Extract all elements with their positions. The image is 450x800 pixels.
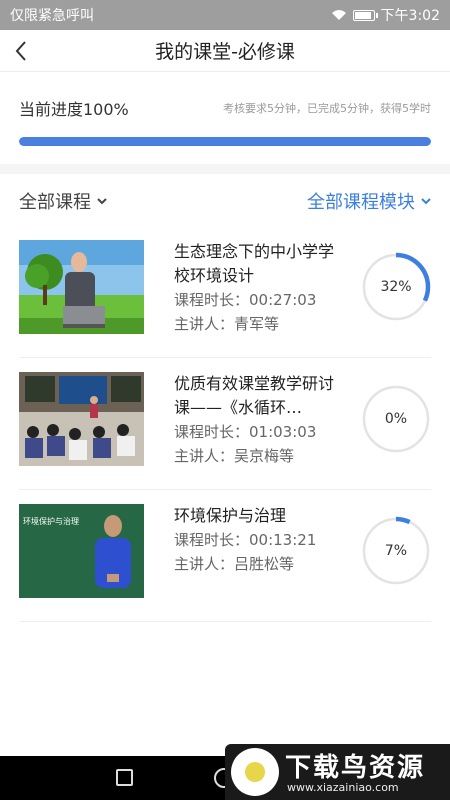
course-info: 生态理念下的中小学学校环境设计 课程时长：00:27:03 主讲人：青军等 [174,240,349,336]
wifi-icon [331,10,346,20]
course-title: 环境保护与治理 [174,506,287,525]
status-icons: 下午3:02 [331,5,440,25]
course-duration: 课程时长：00:13:21 [174,531,317,549]
course-item[interactable]: 生态理念下的中小学学校环境设计 课程时长：00:27:03 主讲人：青军等 32… [19,226,431,358]
progress-bar-fill [19,137,431,146]
progress-percent: 7% [384,543,408,559]
course-speaker: 主讲人：吴京梅等 [174,447,295,465]
recent-apps-button[interactable] [116,769,133,786]
course-video-image [19,372,144,466]
all-modules-filter-label: 全部课程模块 [307,192,415,213]
course-thumbnail [19,240,144,334]
bird-logo-icon [231,748,279,796]
watermark-url: www.xiazainiao.com [287,781,399,794]
carrier-text: 仅限紧急呼叫 [10,8,94,24]
status-bar: 仅限紧急呼叫 下午3:02 [0,0,450,30]
course-title: 优质有效课堂教学研讨课——《水循环… [174,374,335,417]
course-speaker: 主讲人：吕胜松等 [174,555,295,573]
course-duration: 课程时长：01:03:03 [174,423,317,441]
watermark-title: 下载鸟资源 [285,753,426,783]
all-modules-filter[interactable]: 全部课程模块 [307,188,431,214]
progress-title: 当前进度100% [19,100,129,119]
section-divider [0,164,450,174]
chevron-left-icon [15,41,26,61]
app-header: 我的课堂-必修课 [0,30,450,72]
course-thumbnail [19,372,144,466]
progress-bar [19,137,431,146]
all-courses-filter[interactable]: 全部课程 [19,188,107,214]
course-duration: 课程时长：00:27:03 [174,291,317,309]
course-item[interactable]: 优质有效课堂教学研讨课——《水循环… 课程时长：01:03:03 主讲人：吴京梅… [19,358,431,490]
chevron-down-icon [421,197,431,204]
back-button[interactable] [6,36,36,66]
course-speaker: 主讲人：青军等 [174,315,280,333]
battery-icon [352,9,378,21]
course-video-image [19,240,144,334]
course-video-image: 环境保护与治理 [19,504,144,598]
filter-bar: 全部课程 全部课程模块 [0,174,450,226]
course-info: 优质有效课堂教学研讨课——《水循环… 课程时长：01:03:03 主讲人：吴京梅… [174,372,349,468]
chevron-down-icon [97,197,107,204]
progress-percent: 0% [384,411,408,427]
progress-note: 考核要求5分钟，已完成5分钟，获得5学时 [223,102,431,115]
page-title: 我的课堂-必修课 [155,41,295,63]
course-list: 生态理念下的中小学学校环境设计 课程时长：00:27:03 主讲人：青军等 32… [0,226,450,622]
watermark-badge: 下载鸟资源 www.xiazainiao.com [225,744,450,800]
course-title: 生态理念下的中小学学校环境设计 [174,242,335,285]
course-thumbnail: 环境保护与治理 [19,504,144,598]
all-courses-filter-label: 全部课程 [19,192,91,213]
course-item[interactable]: 环境保护与治理 环境保护与治理 课程时长：00:13:21 主讲人：吕胜松等 7… [19,490,431,622]
thumbnail-board-text: 环境保护与治理 [23,516,79,526]
clock: 下午3:02 [380,8,440,24]
progress-section: 当前进度100% 考核要求5分钟，已完成5分钟，获得5学时 [0,72,450,164]
progress-percent: 32% [380,279,412,295]
course-info: 环境保护与治理 课程时长：00:13:21 主讲人：吕胜松等 [174,504,349,576]
